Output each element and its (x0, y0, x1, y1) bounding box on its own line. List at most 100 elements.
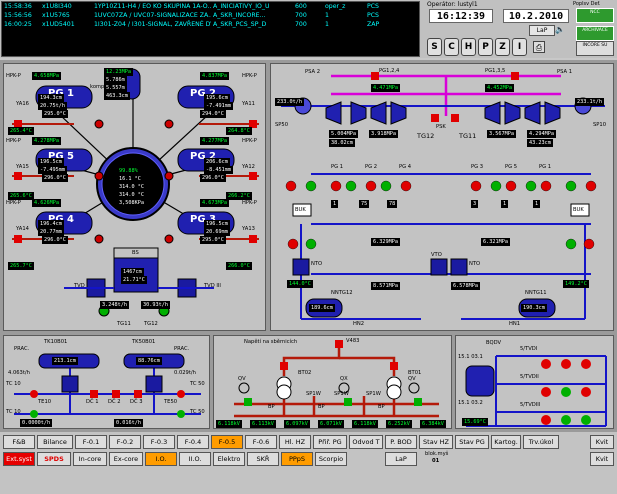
blok-value: 01 (432, 458, 440, 464)
ya-label: YA15 (16, 164, 29, 170)
nav-incore[interactable]: In-core (73, 452, 107, 466)
system-button-c[interactable]: C (444, 38, 459, 56)
tk-panel[interactable]: TK10B01 TK50B01 PRAC. PRAC. 213.1cm 88.7… (3, 335, 210, 429)
feed-pressure: 6.578MPa (451, 282, 480, 290)
system-button-s[interactable]: S (427, 38, 442, 56)
tk-bottom-flow: 0.0000t/h (20, 419, 53, 427)
psk-label: PSK (436, 124, 446, 130)
qv-label: QX (340, 376, 348, 382)
ncc-button[interactable]: NCC (576, 8, 614, 23)
sp-label: SP50 (275, 122, 289, 128)
node-label: SP1W (366, 391, 381, 397)
tvd-row-label: 5/TVDI (520, 346, 538, 352)
bqdv-panel[interactable]: BQDV 5/TVDI 5/TVDII 5/TVDIII 15.1 03.1 1… (455, 335, 614, 429)
reactor-panel[interactable]: PG 1 PG 2 PG 5 PG 2 PG 4 PG 3 4.658MPa 4… (3, 63, 266, 331)
nav-spds[interactable]: SPDS (37, 452, 71, 466)
nav-excore[interactable]: Ex-core (109, 452, 143, 466)
busbar-title: Napětí na sběrnicích (244, 339, 298, 345)
tg-label: TG12 (144, 321, 158, 327)
nav-f02[interactable]: F-0.2 (109, 435, 141, 449)
speaker-icon[interactable]: 🔈 (549, 25, 571, 37)
system-button-p[interactable]: P (478, 38, 493, 56)
nav-bilance[interactable]: Bilance (37, 435, 73, 449)
nav-lap[interactable]: LaP (385, 452, 417, 466)
alarm-row[interactable]: 15:58:36 x1U8I340 1YP10Z11-H4 / EO KO SKUP… (2, 2, 419, 11)
tk-level: 213.1cm (52, 357, 78, 365)
buk-label: BUK (295, 207, 306, 213)
blok-label: blok.myš (425, 451, 449, 457)
psa-label: PSA 2 (305, 69, 321, 75)
tc-label: TC 50 (190, 409, 205, 415)
node-label: SP1W (306, 391, 321, 397)
nav-kvit[interactable]: Kvit (590, 435, 614, 449)
ya-label: YA16 (16, 101, 29, 107)
turbine-diagram (281, 72, 605, 320)
nav-stav-hz[interactable]: Stav HZ (419, 435, 453, 449)
nav-ext-syst[interactable]: Ext.syst (3, 452, 35, 466)
tvd-row-label: 5/TVDII (520, 374, 539, 380)
nav-stav-pg[interactable]: Stav PG (455, 435, 489, 449)
pg-sub-label: PG 4 (399, 164, 412, 170)
incore-button[interactable]: INCORE SU (576, 41, 614, 56)
archive-button[interactable]: ARCHIVACE (576, 26, 614, 41)
tk-level: 88.76cm (136, 357, 162, 365)
feed-num: 1 (501, 200, 509, 208)
bqdv-label: BQDV (486, 340, 502, 346)
clock-time: 16:12:39 (429, 9, 493, 23)
hn-label: HN1 (509, 321, 521, 327)
tc-label: TC 50 (190, 381, 205, 387)
feed-num: 75 (359, 200, 370, 208)
nav-kartog[interactable]: Kartog. (491, 435, 521, 449)
nav-trv-ukol[interactable]: Trv.úkol (523, 435, 559, 449)
bs-value: 1467cm (121, 268, 144, 276)
electric-panel[interactable]: Napětí na sběrnicích V483 BT02 BT01 QV Q… (213, 335, 452, 429)
bqdv-temp: 15.69°C (462, 418, 488, 426)
system-button-i[interactable]: I (512, 38, 527, 56)
nav-f05[interactable]: F-0.5 (211, 435, 243, 449)
bp-label: BP (378, 404, 385, 410)
feed-num: 3 (471, 200, 479, 208)
nav-odvod[interactable]: Odvod T (349, 435, 383, 449)
breaker-label: V483 (346, 338, 360, 344)
sg6-pressure: 4.277MPa (200, 137, 229, 145)
nav-scorpio[interactable]: Scorpio (315, 452, 347, 466)
nav-kvit-2[interactable]: Kvit (590, 452, 614, 466)
nav-f01[interactable]: F-0.1 (75, 435, 107, 449)
printer-icon[interactable]: ⎙ (533, 41, 545, 53)
nav-prir-pg[interactable]: Přiř. PG (313, 435, 347, 449)
feed-pressure: 8.571MPa (371, 282, 400, 290)
turbine-panel[interactable]: PSA 2 PSA 1 PG1,2,4 PG1,3,5 4.471MPa 4.4… (270, 63, 614, 331)
nav-elektro[interactable]: Elektro (213, 452, 245, 466)
sg-level2: 20.69mm (204, 228, 230, 236)
nntg-label: NNTG12 (331, 290, 353, 296)
alarm-row[interactable]: 16:00:25 x1UD5401 1I301-Z04 / I301-SIGNAL,… (2, 20, 419, 29)
nav-f03[interactable]: F-0.3 (143, 435, 175, 449)
nav-pbod[interactable]: P. BOD (385, 435, 417, 449)
nav-iio[interactable]: II.O. (179, 452, 211, 466)
hpk-label: HPK-P (6, 138, 21, 144)
header-bar: 15:58:36 x1U8I340 1YP10Z11-H4 / EO KO SKUP… (0, 0, 617, 58)
nav-io[interactable]: I.O. (145, 452, 177, 466)
sg6-temp-in: 296.0°C (200, 174, 226, 182)
feed-num: 1 (331, 200, 339, 208)
system-button-h[interactable]: H (461, 38, 476, 56)
sg-level2: 20.77mm (38, 228, 64, 236)
nto-label: NTO (469, 261, 481, 267)
sg3-pressure: 4.673MPa (200, 199, 229, 207)
electric-diagram (234, 340, 439, 418)
alarm-row[interactable]: 15:56:56 x1U5765 1UVC07ZA / UVC07-SIGNALIZ… (2, 11, 419, 20)
nav-fb[interactable]: F&B (3, 435, 35, 449)
system-button-z[interactable]: Z (495, 38, 510, 56)
dc-label: DČ 2 (108, 399, 121, 405)
clock-date: 10.2.2010 (503, 9, 569, 23)
kompen-value: 12.23MPa (104, 68, 133, 76)
nav-skr[interactable]: SKŘ (247, 452, 279, 466)
nav-ppps[interactable]: PPpS (281, 452, 313, 466)
alarm-list[interactable]: 15:58:36 x1U8I340 1YP10Z11-H4 / EO KO SKUP… (1, 1, 420, 57)
tvd-flow: 30.93t/h (141, 301, 170, 309)
sg4-pressure: 4.626MPa (32, 199, 61, 207)
nav-hlhz[interactable]: Hl. HZ (279, 435, 311, 449)
nav-f06[interactable]: F-0.6 (245, 435, 277, 449)
sg-level: 196.5cm (204, 220, 230, 228)
nav-f04[interactable]: F-0.4 (177, 435, 209, 449)
